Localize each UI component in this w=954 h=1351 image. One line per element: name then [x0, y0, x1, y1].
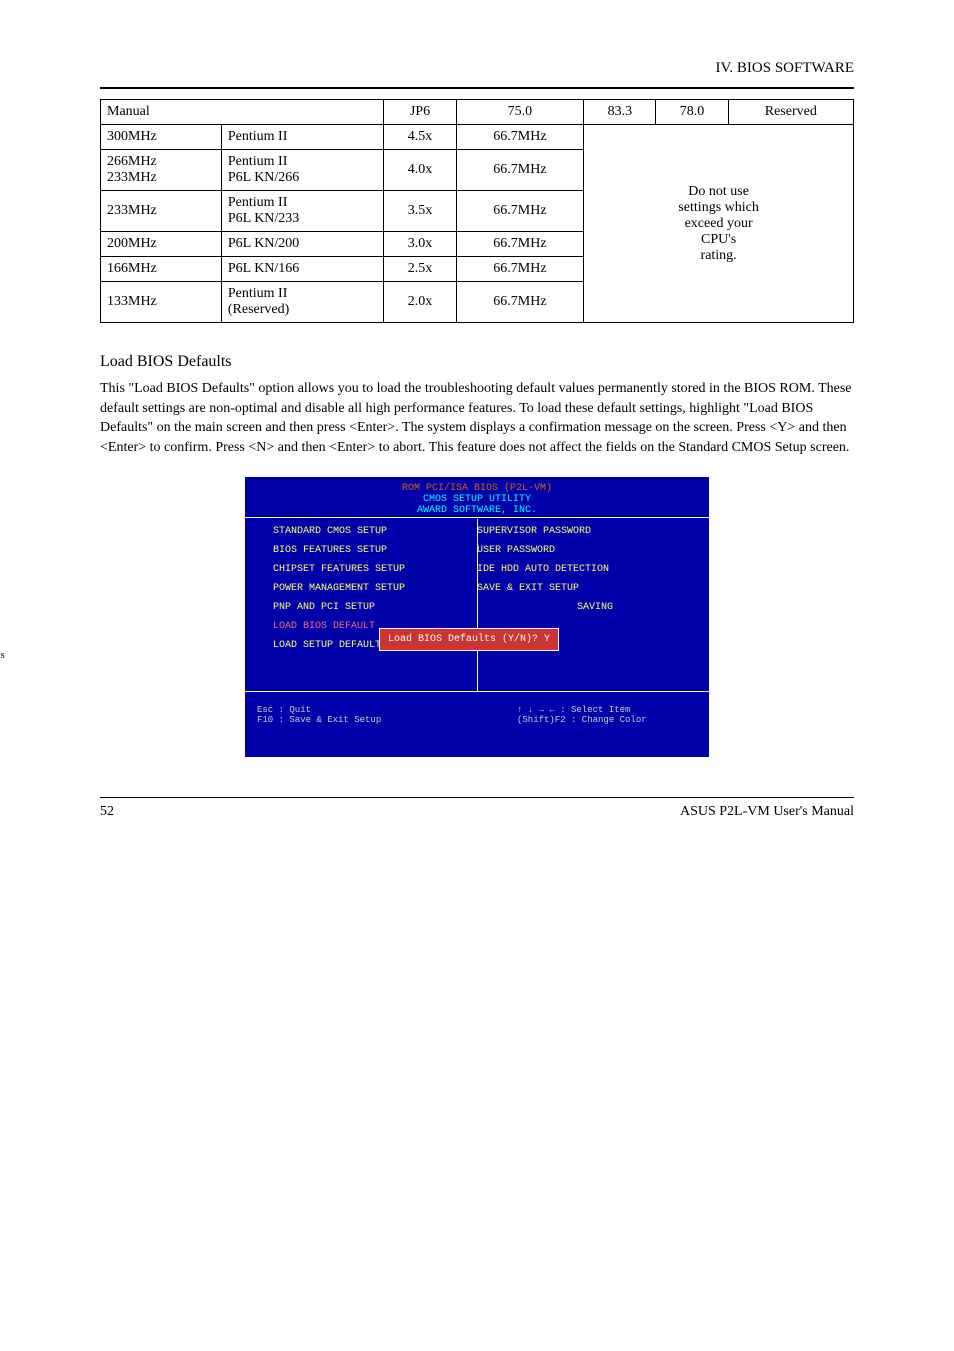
cell-133: 133MHz: [101, 282, 222, 323]
cell-p6: P6L KN/200: [221, 232, 384, 257]
cell-p2b: Pentium IIP6L KN/266: [221, 150, 384, 191]
bios-footer-line: Esc : Quit: [257, 705, 477, 715]
table-hdr-res: Reserved: [728, 100, 853, 125]
table-hdr-75: 75.0: [456, 100, 584, 125]
bios-hdr-line: CMOS SETUP UTILITY: [245, 494, 709, 505]
cell-233: 233MHz: [101, 191, 222, 232]
cell-p2c: Pentium IIP6L KN/233: [221, 191, 384, 232]
side-tab-line1: IV. BIOS: [0, 636, 12, 649]
cell-266: 266MHz233MHz: [101, 150, 222, 191]
bios-header: ROM PCI/ISA BIOS (P2L-VM) CMOS SETUP UTI…: [245, 477, 709, 516]
cpu-table: Manual JP6 75.0 83.3 78.0 Reserved 300MH…: [100, 99, 854, 323]
table-hdr-manual: Manual: [101, 100, 384, 125]
bios-hdr-line: ROM PCI/ISA BIOS (P2L-VM): [245, 483, 709, 494]
cell-p6b: P6L KN/166: [221, 257, 384, 282]
cell-freq: 66.7MHz: [456, 125, 584, 150]
cell-mul: 2.0x: [384, 282, 456, 323]
bios-hdr-line: AWARD SOFTWARE, INC.: [245, 505, 709, 516]
cell-200: 200MHz: [101, 232, 222, 257]
side-tab: IV. BIOS Load Defaults: [0, 620, 12, 698]
bios-menu-item: SUPERVISOR PASSWORD: [477, 526, 681, 537]
bios-menu-item: BIOS FEATURES SETUP: [273, 545, 477, 556]
bios-menu-item: PNP AND PCI SETUP: [273, 602, 477, 613]
bios-footer-line: ↑ ↓ → ← : Select Item: [517, 705, 697, 715]
cell-mul: 3.5x: [384, 191, 456, 232]
cell-freq: 66.7MHz: [456, 191, 584, 232]
side-tab-line2: Load Defaults: [0, 649, 12, 662]
cell-mul: 3.0x: [384, 232, 456, 257]
table-hdr-83: 83.3: [584, 100, 656, 125]
cell-166: 166MHz: [101, 257, 222, 282]
page-number: 52: [100, 804, 114, 820]
bios-menu-item: IDE HDD AUTO DETECTION: [477, 564, 681, 575]
cell-mul: 2.5x: [384, 257, 456, 282]
cell-p2: Pentium II: [221, 125, 384, 150]
cell-freq: 66.7MHz: [456, 257, 584, 282]
header-rule: [100, 87, 854, 89]
cell-mul: 4.0x: [384, 150, 456, 191]
bios-footer-line: (Shift)F2 : Change Color: [517, 715, 697, 725]
bios-menu-item: USER PASSWORD: [477, 545, 681, 556]
bios-footer-line: F10 : Save & Exit Setup: [257, 715, 477, 725]
cell-freq: 66.7MHz: [456, 232, 584, 257]
cell-mul: 4.5x: [384, 125, 456, 150]
bios-confirm-dialog: Load BIOS Defaults (Y/N)? Y: [379, 628, 559, 651]
section-body: This "Load BIOS Defaults" option allows …: [100, 379, 854, 457]
cell-300: 300MHz: [101, 125, 222, 150]
table-hdr-78: 78.0: [656, 100, 728, 125]
bios-menu-item: STANDARD CMOS SETUP: [273, 526, 477, 537]
bios-menu-item: SAVE & EXIT SETUP: [477, 583, 681, 594]
cell-freq: 66.7MHz: [456, 282, 584, 323]
footer-title: ASUS P2L-VM User's Manual: [680, 804, 854, 820]
table-hdr-jp6: JP6: [384, 100, 456, 125]
bios-footer: Esc : Quit F10 : Save & Exit Setup ↑ ↓ →…: [257, 705, 697, 725]
cell-p2res: Pentium II(Reserved): [221, 282, 384, 323]
cell-warning: Do not usesettings whichexceed yourCPU's…: [584, 125, 854, 323]
section-title: Load BIOS Defaults: [100, 353, 854, 371]
bios-menu-item: CHIPSET FEATURES SETUP: [273, 564, 477, 575]
page-footer: 52 ASUS P2L-VM User's Manual: [100, 797, 854, 820]
bios-menu-item: POWER MANAGEMENT SETUP: [273, 583, 477, 594]
cell-freq: 66.7MHz: [456, 150, 584, 191]
bios-menu-item: SAVING: [477, 602, 681, 613]
page-header: IV. BIOS SOFTWARE: [100, 60, 854, 77]
bios-screenshot: ROM PCI/ISA BIOS (P2L-VM) CMOS SETUP UTI…: [245, 477, 709, 757]
